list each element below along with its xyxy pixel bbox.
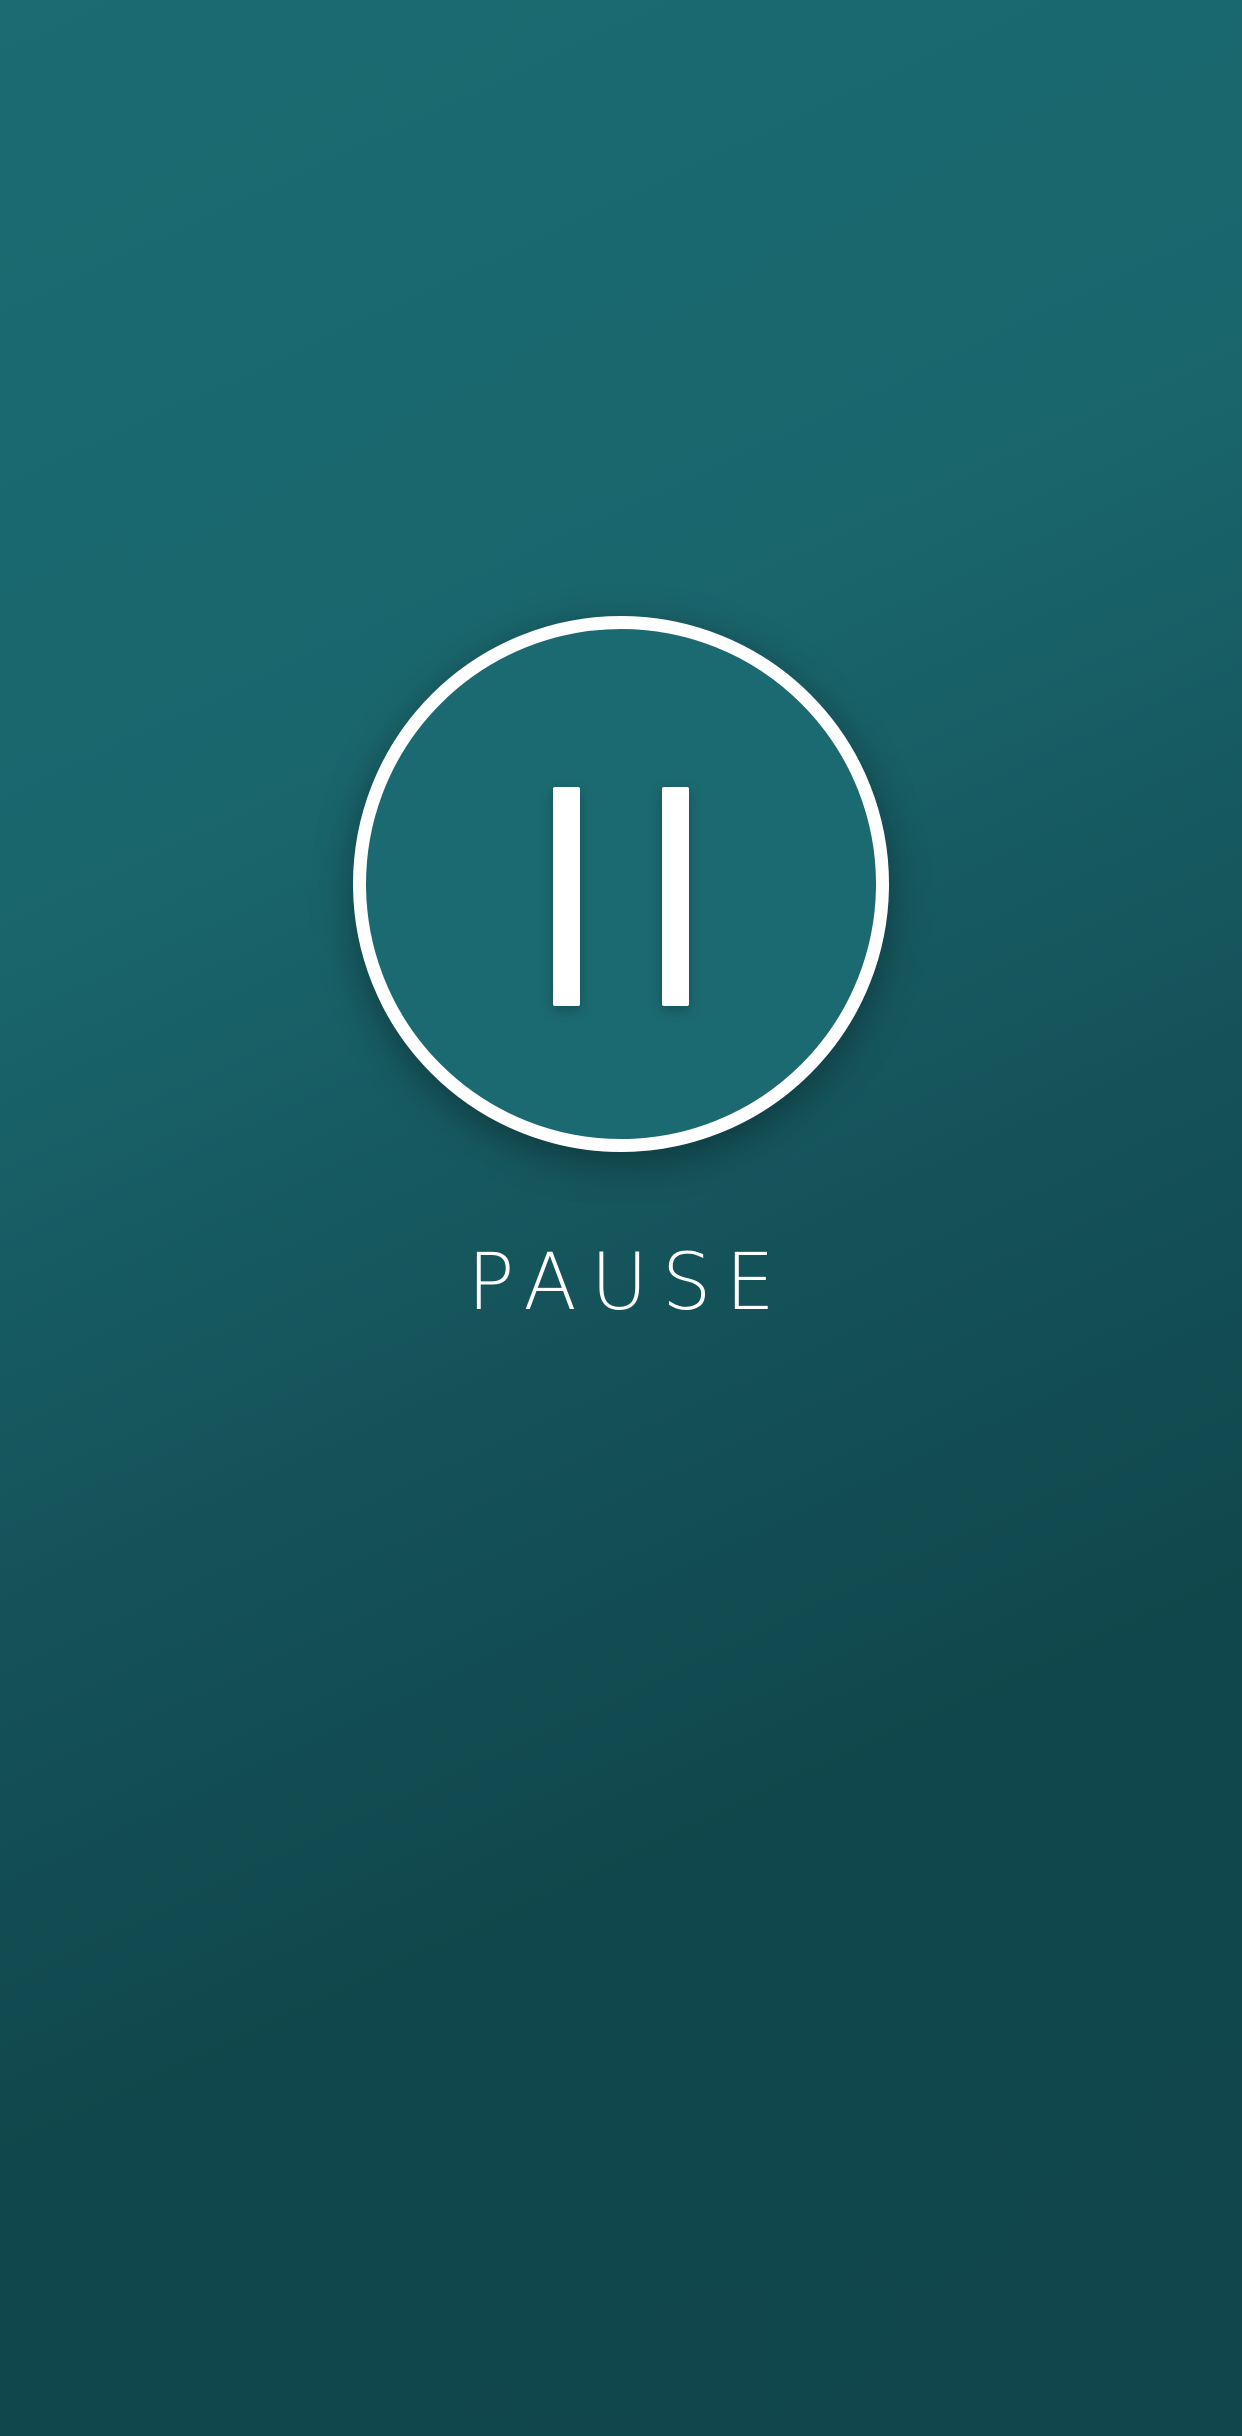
pause-screen: PAUSE (0, 0, 1242, 2436)
pause-bar-right (662, 787, 689, 1006)
pause-button[interactable] (353, 616, 889, 1152)
pause-bar-left (553, 787, 580, 1006)
status-label: PAUSE (467, 1238, 789, 1328)
pause-icon (366, 629, 876, 1139)
